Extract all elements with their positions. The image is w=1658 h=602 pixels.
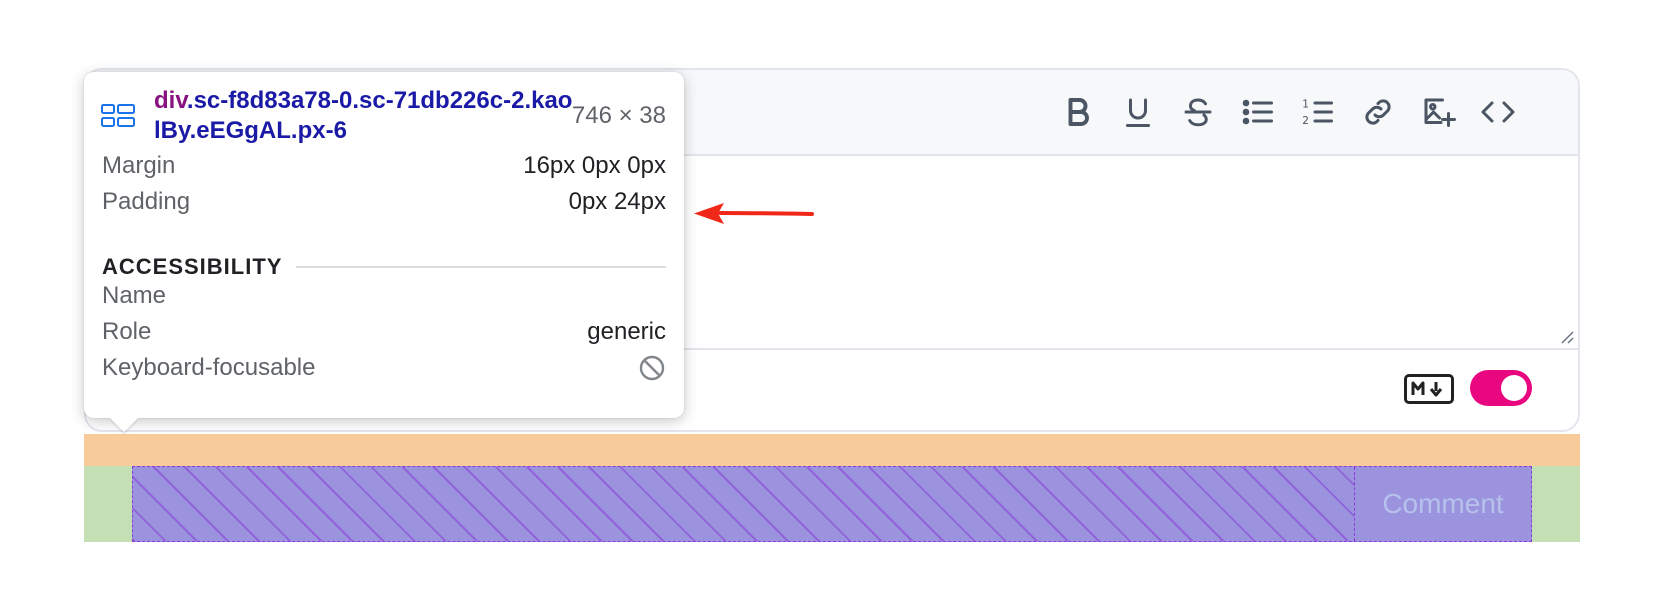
bullet-list-icon — [1242, 99, 1273, 125]
keyboard-focusable-label: Keyboard-focusable — [102, 354, 316, 381]
role-value: generic — [587, 318, 666, 345]
underline-button[interactable] — [1116, 90, 1160, 134]
element-tag: div — [154, 87, 187, 114]
margin-label: Margin — [102, 152, 176, 179]
grid-layout-icon — [101, 104, 135, 127]
margin-value: 16px 0px 0px — [523, 152, 666, 179]
numbered-list-button[interactable]: 12 — [1296, 90, 1340, 134]
accessibility-heading: ACCESSIBILITY — [102, 254, 283, 279]
bold-button[interactable] — [1056, 90, 1100, 134]
padding-value: 0px 24px — [568, 188, 666, 215]
not-allowed-icon — [639, 355, 665, 381]
tooltip-pointer — [110, 418, 138, 432]
padding-row: Padding 0px 24px — [102, 188, 666, 216]
margin-overlay — [84, 434, 1580, 466]
comment-button[interactable]: Comment — [1355, 467, 1531, 541]
role-label: Role — [102, 318, 152, 345]
padding-label: Padding — [102, 188, 191, 215]
markdown-toggle[interactable] — [1470, 370, 1532, 406]
name-label: Name — [102, 282, 167, 309]
svg-text:1: 1 — [1302, 99, 1309, 111]
link-button[interactable] — [1356, 90, 1400, 134]
numbered-list-icon: 12 — [1302, 99, 1333, 127]
inspect-tooltip: div.sc-f8d83a78-0.sc-71db226c-2.kaolBy.e… — [84, 72, 684, 432]
svg-text:2: 2 — [1302, 115, 1309, 127]
role-row: Role generic — [102, 318, 666, 346]
flex-gap-hatch — [133, 467, 1355, 541]
element-selector: div.sc-f8d83a78-0.sc-71db226c-2.kaolBy.e… — [154, 86, 574, 146]
underline-icon — [1126, 98, 1150, 127]
toggle-knob — [1501, 375, 1527, 401]
element-dimensions: 746 × 38 — [571, 102, 666, 129]
keyboard-focusable-row: Keyboard-focusable — [102, 354, 666, 382]
annotation-arrow-icon — [694, 203, 814, 224]
content-overlay: Comment — [132, 466, 1532, 542]
element-classes: .sc-f8d83a78-0.sc-71db226c-2.kaolBy.eEGg… — [154, 87, 573, 144]
strikethrough-button[interactable] — [1176, 90, 1220, 134]
divider — [296, 266, 666, 268]
insert-image-button[interactable] — [1416, 90, 1460, 134]
markdown-icon — [1404, 374, 1454, 404]
image-plus-icon — [1424, 98, 1456, 127]
strikethrough-icon — [1184, 98, 1212, 127]
code-icon — [1481, 101, 1515, 123]
margin-row: Margin 16px 0px 0px — [102, 152, 666, 180]
accessibility-section: ACCESSIBILITY — [102, 254, 666, 280]
bold-icon — [1068, 98, 1089, 126]
resize-handle-icon[interactable] — [1558, 328, 1574, 344]
link-icon — [1365, 99, 1391, 125]
bullet-list-button[interactable] — [1236, 90, 1280, 134]
code-button[interactable] — [1476, 90, 1520, 134]
name-row: Name — [102, 282, 666, 310]
